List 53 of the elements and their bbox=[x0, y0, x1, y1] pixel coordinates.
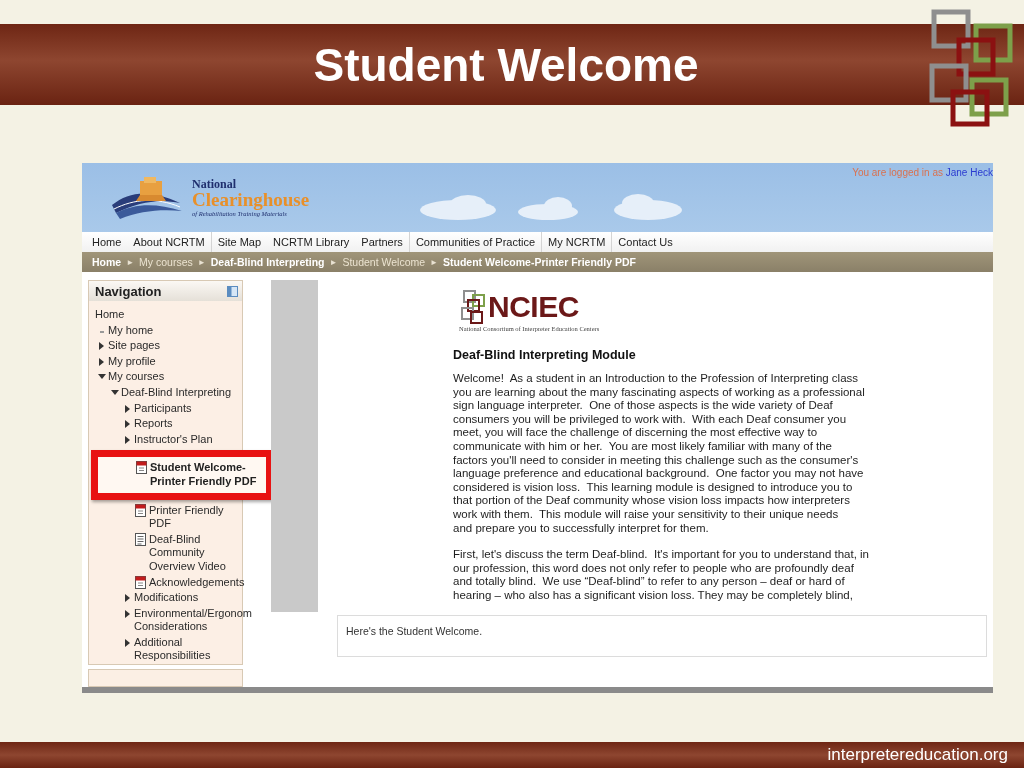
tree-item[interactable]: Deaf-Blind Community Overview Video bbox=[149, 531, 242, 575]
collapsed-triangle-icon[interactable] bbox=[124, 594, 131, 603]
tree-item[interactable]: Participants bbox=[134, 400, 192, 417]
block-title: Navigation bbox=[95, 283, 162, 299]
tree-item[interactable]: Acknowledgements bbox=[149, 574, 245, 591]
tree-item[interactable]: Student Welcome-Printer Friendly PDF bbox=[150, 460, 262, 490]
menu-item[interactable]: NCRTM Library bbox=[267, 232, 356, 252]
collapsed-triangle-icon[interactable] bbox=[98, 357, 105, 366]
tree-item[interactable]: Reports bbox=[134, 416, 173, 432]
collapsed-triangle-icon[interactable] bbox=[124, 404, 131, 413]
tree-item[interactable]: My courses bbox=[108, 369, 165, 385]
bullet-icon bbox=[99, 330, 104, 333]
menu-item[interactable]: Home bbox=[86, 232, 128, 252]
tree-item[interactable]: Environmental/Ergonom Considerations bbox=[134, 605, 252, 635]
tree-item[interactable]: Instructor's Plan bbox=[134, 431, 213, 448]
logo-text: National bbox=[192, 177, 237, 190]
pdf-icon bbox=[135, 460, 148, 476]
separator-arrow: ► bbox=[197, 257, 206, 267]
document-heading: Deaf-Blind Interpreting Module bbox=[453, 348, 637, 362]
expanded-triangle-icon[interactable] bbox=[97, 373, 106, 381]
separator-arrow: ► bbox=[126, 257, 135, 267]
nciec-logo-icon bbox=[459, 289, 486, 325]
collapsed-triangle-icon[interactable] bbox=[98, 342, 105, 351]
document-icon bbox=[134, 531, 147, 547]
pdf-icon bbox=[134, 502, 147, 518]
tree-item[interactable]: Modifications bbox=[134, 590, 199, 606]
collapsed-triangle-icon[interactable] bbox=[124, 435, 131, 444]
menu-item[interactable]: Site Map bbox=[211, 232, 268, 252]
scrollbar[interactable] bbox=[82, 687, 993, 693]
tree-item[interactable]: Additional Responsibilities bbox=[134, 634, 242, 665]
logo-text: NCIEC bbox=[488, 290, 579, 324]
tree-item[interactable]: My profile bbox=[108, 353, 156, 370]
login-text: You are logged in as bbox=[852, 167, 944, 178]
dock-icon[interactable] bbox=[227, 285, 238, 297]
tree-item[interactable]: Site pages bbox=[108, 338, 160, 354]
tree-item[interactable]: Printer Friendly PDF bbox=[149, 502, 242, 532]
document-paragraph: First, let's discuss the term Deaf-blind. It's important for you to understand that, in our profession, this word does not only refer to people who are profoundly deaf and totally blind. We use “Deaf-blind” to refer to any person – deaf or hard of hearing – who also has a significant vision loss. They may be completely blind, bbox=[453, 548, 871, 603]
collapsed-triangle-icon[interactable] bbox=[124, 420, 131, 429]
comment-box: Here's the Student Welcome. bbox=[337, 615, 987, 657]
collapsed-triangle-icon[interactable] bbox=[124, 609, 131, 618]
separator-arrow: ► bbox=[329, 257, 338, 267]
tree-item[interactable]: Home bbox=[95, 307, 125, 323]
tree-item[interactable]: My home bbox=[108, 322, 154, 339]
tree-item[interactable]: Deaf-Blind Interpreting bbox=[121, 384, 232, 401]
pdf-icon bbox=[134, 574, 147, 590]
document-paragraph: Welcome! As a student in an Introduction to the Profession of Interpreting class you are learning about the many fascinating aspects of working as a professional sign language interpreter. One of those aspects is the wide variety of Deaf consumers you will be privileged to work with. With each Deaf consumer you meet, you will face the challenge of discerning the most effective way to communicate with him or her. You are most likely familiar with many of the factors you'll need to consider in meeting this challenge such as the consumer's language preference and educational background. One factor you may not have considered is vision loss. This learning module is designed to introduce you to that portion of the Deaf community whose vision loss impacts how interpreters work with them. This module will raise your sensitivity to their unique needs and prepare you to successfully interpret for them. bbox=[453, 372, 866, 536]
collapsed-triangle-icon[interactable] bbox=[124, 638, 131, 647]
user-link[interactable]: Jane Heck bbox=[945, 167, 993, 178]
slide-title: Student Welcome bbox=[313, 37, 699, 92]
expanded-triangle-icon[interactable] bbox=[110, 388, 119, 396]
separator-arrow: ► bbox=[430, 257, 438, 267]
footer-url: interpretereducation.org bbox=[827, 745, 1008, 765]
menu-item[interactable]: Contact Us bbox=[612, 232, 679, 252]
